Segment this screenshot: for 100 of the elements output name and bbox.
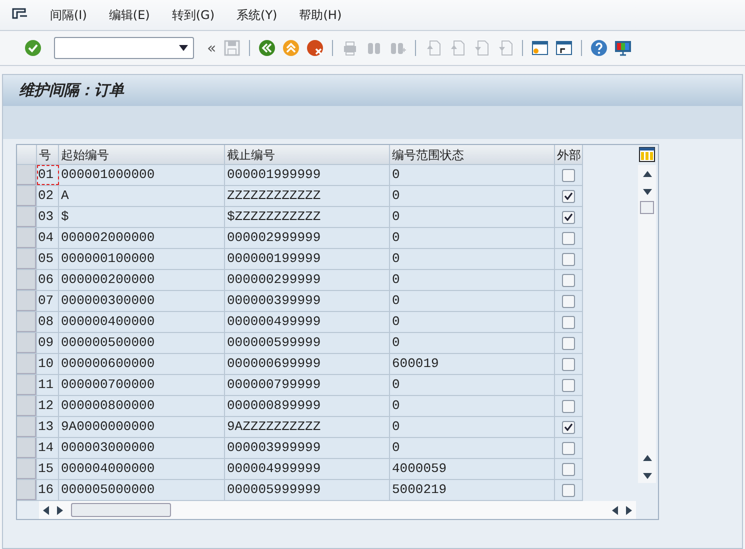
table-cell: 000000100000 <box>59 249 225 269</box>
column-header[interactable]: 号 <box>37 145 59 164</box>
row-selector[interactable] <box>17 417 37 437</box>
row-selector[interactable] <box>17 459 37 479</box>
cancel-icon[interactable] <box>306 39 324 57</box>
table-cell: 0 <box>390 249 555 269</box>
row-selector[interactable] <box>17 396 37 416</box>
collapse-button[interactable]: « <box>206 36 218 60</box>
scroll-left-icon[interactable] <box>43 506 49 514</box>
table-cell: 000000800000 <box>59 396 225 416</box>
table-cell: 000000399999 <box>225 291 390 311</box>
table-cell: 11 <box>37 375 59 395</box>
horizontal-scrollbar[interactable] <box>39 501 636 519</box>
checkbox[interactable] <box>562 252 575 266</box>
row-selector[interactable] <box>17 375 37 395</box>
checkbox[interactable] <box>562 232 575 244</box>
table-cell: $ <box>59 207 225 227</box>
checkmark-icon[interactable] <box>24 39 42 57</box>
screen-title: 维护间隔：订单 <box>19 80 124 102</box>
table-cell: 0 <box>390 165 555 185</box>
checkbox[interactable] <box>562 420 575 434</box>
column-header[interactable]: 外部 <box>555 145 583 164</box>
row-selector[interactable] <box>17 480 37 500</box>
row-selector[interactable] <box>17 228 37 248</box>
checkbox[interactable] <box>562 336 575 350</box>
scroll-up-icon[interactable] <box>642 171 652 177</box>
table-cell: $ZZZZZZZZZZZ <box>225 207 390 227</box>
table-cell: 15 <box>37 459 59 479</box>
table-cell: 0 <box>390 333 555 353</box>
table-cell: 10 <box>37 354 59 374</box>
row-selector[interactable] <box>17 333 37 353</box>
shortcut-window-icon[interactable] <box>555 39 574 57</box>
row-selector[interactable] <box>17 438 37 458</box>
table-cell: 000000700000 <box>59 375 225 395</box>
command-field[interactable] <box>54 37 194 59</box>
back-icon[interactable] <box>258 39 276 57</box>
scroll-up-icon[interactable] <box>642 455 652 461</box>
table-cell: 0 <box>390 186 555 206</box>
checkbox[interactable] <box>562 168 575 182</box>
menu-item[interactable]: 转到(G) <box>172 6 215 24</box>
table-cell: 000001999999 <box>225 165 390 185</box>
table-cell: 5000219 <box>390 480 555 500</box>
scroll-left-icon[interactable] <box>612 506 618 514</box>
column-header[interactable]: 编号范围状态 <box>390 145 555 164</box>
table-cell: 000002000000 <box>59 228 225 248</box>
scroll-right-icon[interactable] <box>626 506 632 514</box>
checkbox[interactable] <box>562 274 575 286</box>
table-cell: 000000799999 <box>225 375 390 395</box>
table-cell: 12 <box>37 396 59 416</box>
checkbox[interactable] <box>562 442 575 454</box>
table-cell: 05 <box>37 249 59 269</box>
checkbox[interactable] <box>562 316 575 328</box>
table-cell: 0 <box>390 396 555 416</box>
table-cell: 000000299999 <box>225 270 390 290</box>
column-layout-icon[interactable] <box>639 147 655 162</box>
column-header[interactable]: 起始编号 <box>59 145 225 164</box>
table-cell: 9AZZZZZZZZZZ <box>225 417 390 437</box>
table-cell: A <box>59 186 225 206</box>
table-cell: 000005999999 <box>225 480 390 500</box>
scroll-down-icon[interactable] <box>642 189 652 195</box>
table-cell: 09 <box>37 333 59 353</box>
row-selector[interactable] <box>17 312 37 332</box>
scroll-down-icon[interactable] <box>642 473 652 479</box>
scroll-thumb[interactable] <box>71 503 171 517</box>
row-selector[interactable] <box>17 186 37 206</box>
checkbox[interactable] <box>562 358 575 370</box>
table-cell: 07 <box>37 291 59 311</box>
row-selector[interactable] <box>17 270 37 290</box>
checkbox[interactable] <box>562 210 575 224</box>
table-cell: 000000899999 <box>225 396 390 416</box>
table-cell: 000000400000 <box>59 312 225 332</box>
row-selector[interactable] <box>17 354 37 374</box>
table-cell: ZZZZZZZZZZZZ <box>225 186 390 206</box>
menu-item[interactable]: 系统(Y) <box>236 6 278 24</box>
menu-item[interactable]: 帮助(H) <box>299 6 342 24</box>
new-window-icon[interactable] <box>531 39 550 57</box>
table-cell: 0 <box>390 438 555 458</box>
row-selector[interactable] <box>17 291 37 311</box>
row-selector[interactable] <box>17 207 37 227</box>
monitor-icon[interactable] <box>614 39 632 57</box>
menu-icon[interactable] <box>12 8 28 22</box>
table-cell: 4000059 <box>390 459 555 479</box>
table-cell: 000000599999 <box>225 333 390 353</box>
menu-item[interactable]: 间隔(I) <box>50 6 87 24</box>
menu-item[interactable]: 编辑(E) <box>108 6 150 24</box>
checkbox[interactable] <box>562 378 575 392</box>
row-selector[interactable] <box>17 165 37 185</box>
vertical-scrollbar[interactable] <box>638 165 656 483</box>
checkbox[interactable] <box>562 462 575 476</box>
checkbox[interactable] <box>562 400 575 412</box>
row-selector[interactable] <box>17 249 37 269</box>
table-cell: 000000300000 <box>59 291 225 311</box>
checkbox[interactable] <box>562 484 575 496</box>
table-cell: 000004000000 <box>59 459 225 479</box>
checkbox[interactable] <box>562 294 575 308</box>
column-header[interactable]: 截止编号 <box>225 145 390 164</box>
scroll-right-icon[interactable] <box>57 506 63 514</box>
help-icon[interactable] <box>590 39 608 57</box>
scroll-thumb[interactable] <box>640 201 654 214</box>
checkbox[interactable] <box>562 190 575 202</box>
